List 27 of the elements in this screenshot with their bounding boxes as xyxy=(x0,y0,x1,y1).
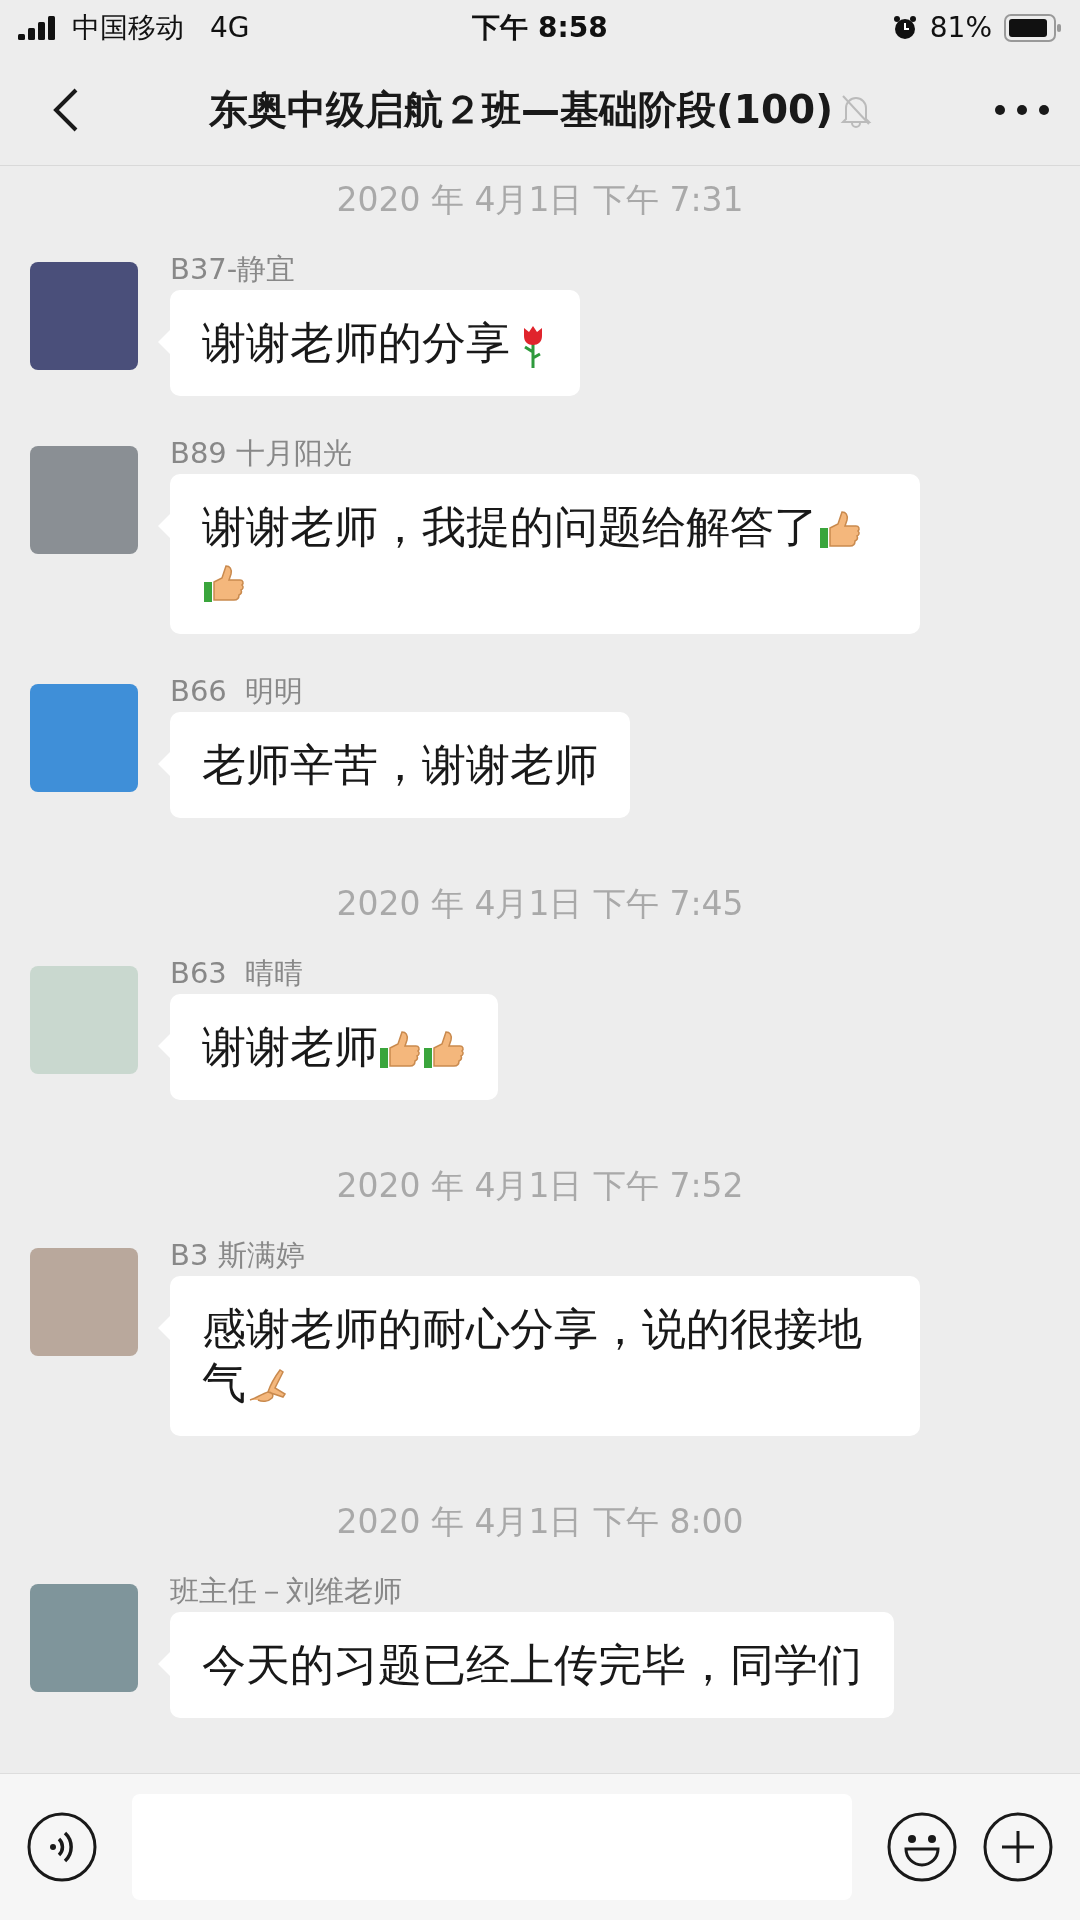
sender-name: B63 晴晴 xyxy=(170,956,304,990)
network-type: 4G xyxy=(210,11,250,44)
timestamp: 2020 年 4月1日 下午 7:31 xyxy=(336,179,744,221)
voice-button[interactable] xyxy=(26,1811,98,1883)
chat-title: 东奥中级启航２班—基础阶段(100) xyxy=(208,86,834,134)
sender-name: 班主任－刘维老师 xyxy=(170,1574,402,1608)
battery-icon xyxy=(1004,13,1062,42)
add-button[interactable] xyxy=(982,1811,1054,1883)
message-bubble: 谢谢老师 xyxy=(170,994,498,1100)
sender-name: B37-静宜 xyxy=(170,252,296,286)
message-bubble: 谢谢老师，我提的问题给解答了 xyxy=(170,474,920,634)
timestamp: 2020 年 4月1日 下午 7:45 xyxy=(336,883,744,925)
sender-name: B89 十月阳光 xyxy=(170,436,352,470)
more-icon[interactable] xyxy=(994,104,1050,116)
sender-name: B66 明明 xyxy=(170,674,304,708)
timestamp: 2020 年 4月1日 下午 8:00 xyxy=(336,1501,744,1543)
timestamp: 2020 年 4月1日 下午 7:52 xyxy=(336,1165,744,1207)
message-bubble: 感谢老师的耐心分享，说的很接地气 xyxy=(170,1276,920,1436)
carrier-name: 中国移动 xyxy=(72,9,184,46)
message-bubble: 今天的习题已经上传完毕，同学们 xyxy=(170,1612,894,1718)
clock-time: 下午 8:58 xyxy=(472,9,608,46)
alarm-icon xyxy=(891,14,918,41)
emoji-button[interactable] xyxy=(886,1811,958,1883)
message-bubble: 老师辛苦，谢谢老师 xyxy=(170,712,630,818)
battery-percent: 81% xyxy=(929,11,992,44)
sender-name: B3 斯满婷 xyxy=(170,1238,305,1272)
message-bubble: 谢谢老师的分享 xyxy=(170,290,580,396)
